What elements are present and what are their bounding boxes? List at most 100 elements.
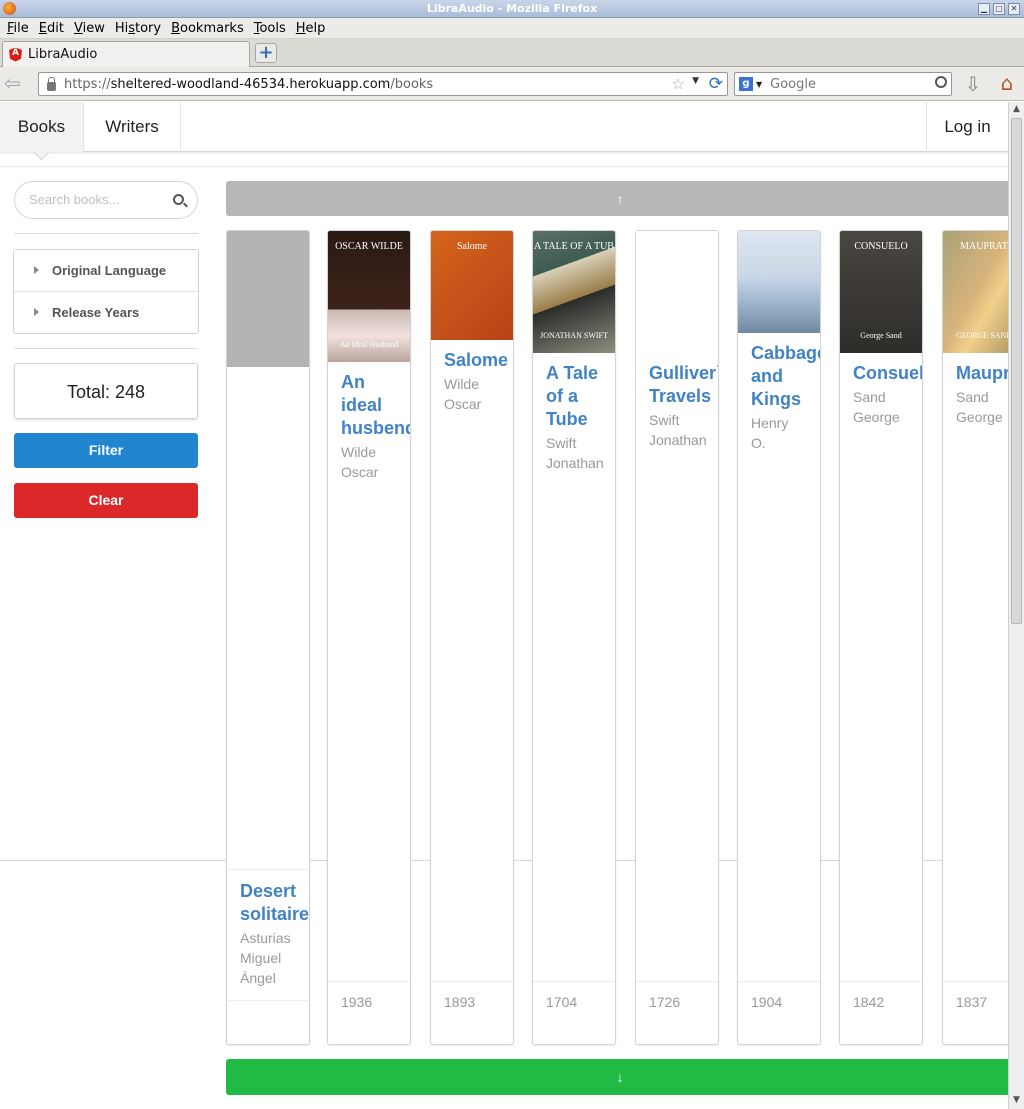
book-author: Wilde Oscar (444, 374, 481, 414)
url-dropdown-icon[interactable]: ▼ (692, 76, 699, 86)
book-title-line: Mauprat (956, 363, 1008, 383)
minimize-button[interactable]: ▁ (978, 3, 990, 15)
lock-icon (47, 76, 56, 91)
book-card[interactable]: OSCAR WILDE An Ideal Husband An ideal husben… (327, 230, 411, 1045)
card-divider (227, 869, 309, 870)
book-title-link[interactable]: An ideal husbend (341, 371, 410, 440)
home-icon: ⌂ (1000, 71, 1014, 95)
web-search-box[interactable]: g ▼ Google (734, 72, 952, 96)
book-year: 1704 (546, 994, 578, 1010)
tab-libraaudio[interactable]: LibraAudio (2, 41, 250, 67)
reload-icon[interactable]: ⟳ (709, 74, 723, 94)
book-cover-image[interactable]: CONSUELO George Sand (840, 231, 922, 353)
book-title-line: and (751, 366, 784, 386)
book-author-line: O. (751, 435, 766, 451)
caret-right-icon (34, 266, 39, 274)
cover-lettering: A TALE OF A TUB (534, 241, 614, 252)
book-title-line: solitaire (240, 904, 310, 924)
book-title-line: A Tale (546, 363, 599, 383)
book-title-line: Tube (546, 409, 588, 429)
scroll-down-button[interactable]: ↓ (226, 1059, 1008, 1095)
book-title-link[interactable]: Salome (444, 349, 508, 372)
vertical-scrollbar[interactable]: ▲ ▼ (1008, 102, 1024, 1109)
book-card[interactable]: A TALE OF A TUB JONATHAN SWIFT A Tale of a T… (532, 230, 616, 1045)
book-cover-image[interactable]: GULLIVER'S TRAVELS JONATHAN SWIFT (636, 231, 718, 353)
book-card[interactable]: CONSUELO George Sand Consuelo Sand George 184… (839, 230, 923, 1045)
book-cover-image[interactable]: OSCAR WILDE An Ideal Husband (328, 231, 410, 362)
book-title-link[interactable]: Mauprat (956, 362, 1008, 385)
menu-edit[interactable]: Edit (34, 21, 69, 36)
close-button[interactable]: ✕ (1008, 3, 1020, 15)
book-title-line: of a (546, 386, 579, 406)
book-title-link[interactable]: A Tale of a Tube (546, 362, 598, 431)
url-text: https://sheltered-woodland-46534.herokua… (64, 76, 434, 92)
scrollbar-thumb[interactable] (1011, 118, 1022, 624)
scroll-arrow-up-icon[interactable]: ▲ (1011, 104, 1022, 116)
book-cover-image[interactable] (227, 231, 309, 367)
page-viewport: Books Writers Log in Original Language R… (0, 102, 1008, 1109)
book-title-line: Consuelo (853, 363, 922, 383)
book-author-line: Wilde (341, 444, 377, 460)
scroll-arrow-down-icon[interactable]: ▼ (1011, 1095, 1022, 1107)
arrow-up-icon: ↑ (616, 191, 624, 207)
menu-file[interactable]: File (2, 21, 34, 36)
book-card[interactable]: Salome Salome Wilde Oscar 1893 (430, 230, 514, 1045)
clear-button[interactable]: Clear (14, 483, 198, 518)
book-cover-image[interactable]: A TALE OF A TUB JONATHAN SWIFT (533, 231, 615, 353)
book-cover-image[interactable] (738, 231, 820, 333)
book-card[interactable]: Desert solitaire Asturias Miguel Ángel (226, 230, 310, 1045)
menu-item-books[interactable]: Books (0, 102, 84, 152)
book-cover-image[interactable]: Salome (431, 231, 513, 340)
book-author: Sand George (956, 387, 1003, 427)
book-author-line: Sand (853, 389, 886, 405)
menu-bookmarks[interactable]: Bookmarks (166, 21, 249, 36)
menu-tools[interactable]: Tools (249, 21, 291, 36)
book-title-line: Travels (649, 386, 712, 406)
google-engine-icon[interactable]: g (739, 77, 753, 91)
menubar: File Edit View History Bookmarks Tools H… (0, 18, 1024, 39)
download-arrow-icon: ⇩ (964, 72, 982, 96)
login-link[interactable]: Log in (926, 102, 1008, 152)
book-title-link[interactable]: Cabbages and Kings (751, 342, 820, 411)
maximize-button[interactable]: ▢ (993, 3, 1005, 15)
book-title-link[interactable]: Desert solitaire (240, 880, 309, 926)
filter-release-years[interactable]: Release Years (14, 292, 198, 334)
engine-dropdown-icon[interactable]: ▼ (756, 80, 762, 89)
downloads-button[interactable]: ⇩ (962, 72, 984, 96)
book-card[interactable]: GULLIVER'S TRAVELS JONATHAN SWIFT Gulliver… (635, 230, 719, 1045)
search-icon[interactable] (935, 76, 947, 88)
book-author-line: Sand (956, 389, 989, 405)
book-title-line: Salome (444, 350, 509, 370)
back-button[interactable]: ⇦ (4, 73, 30, 95)
filter-original-language[interactable]: Original Language (14, 250, 198, 292)
divider (0, 166, 1008, 167)
back-arrow-icon: ⇦ (4, 71, 21, 95)
book-card[interactable]: Cabbages and Kings Henry O. 1904 (737, 230, 821, 1045)
book-author-line: Oscar (444, 396, 482, 412)
menu-view[interactable]: View (69, 21, 110, 36)
book-year: 1726 (649, 994, 681, 1010)
total-count: Total: 248 (14, 363, 198, 419)
home-button[interactable]: ⌂ (994, 71, 1020, 97)
search-books-input[interactable] (29, 192, 169, 207)
menu-help[interactable]: Help (291, 21, 331, 36)
filter-button[interactable]: Filter (14, 433, 198, 468)
book-title-link[interactable]: Consuelo (853, 362, 922, 385)
menu-item-writers[interactable]: Writers (84, 102, 181, 152)
book-author-line: Swift (649, 412, 680, 428)
url-bar[interactable]: https://sheltered-woodland-46534.herokua… (38, 72, 728, 96)
book-title-link[interactable]: Gulliver`s Travels (649, 362, 718, 408)
book-cover-image[interactable]: MAUPRAT GEORGE SAND (943, 231, 1008, 353)
book-author-line: Henry (751, 415, 789, 431)
search-books-field[interactable] (14, 181, 198, 219)
window-title: LibraAudio - Mozilla Firefox (426, 2, 598, 15)
book-title-line: Desert (240, 881, 297, 901)
book-author-line: Ángel (240, 970, 276, 986)
book-card[interactable]: MAUPRAT GEORGE SAND Mauprat Sand George 1837 (942, 230, 1008, 1045)
bookmark-star-icon[interactable]: ☆ (672, 75, 685, 93)
book-author-line: Miguel (240, 950, 282, 966)
book-author-line: George (956, 409, 1003, 425)
scroll-up-button[interactable]: ↑ (226, 181, 1008, 216)
menu-history[interactable]: History (110, 21, 166, 36)
new-tab-button[interactable]: + (255, 43, 277, 63)
